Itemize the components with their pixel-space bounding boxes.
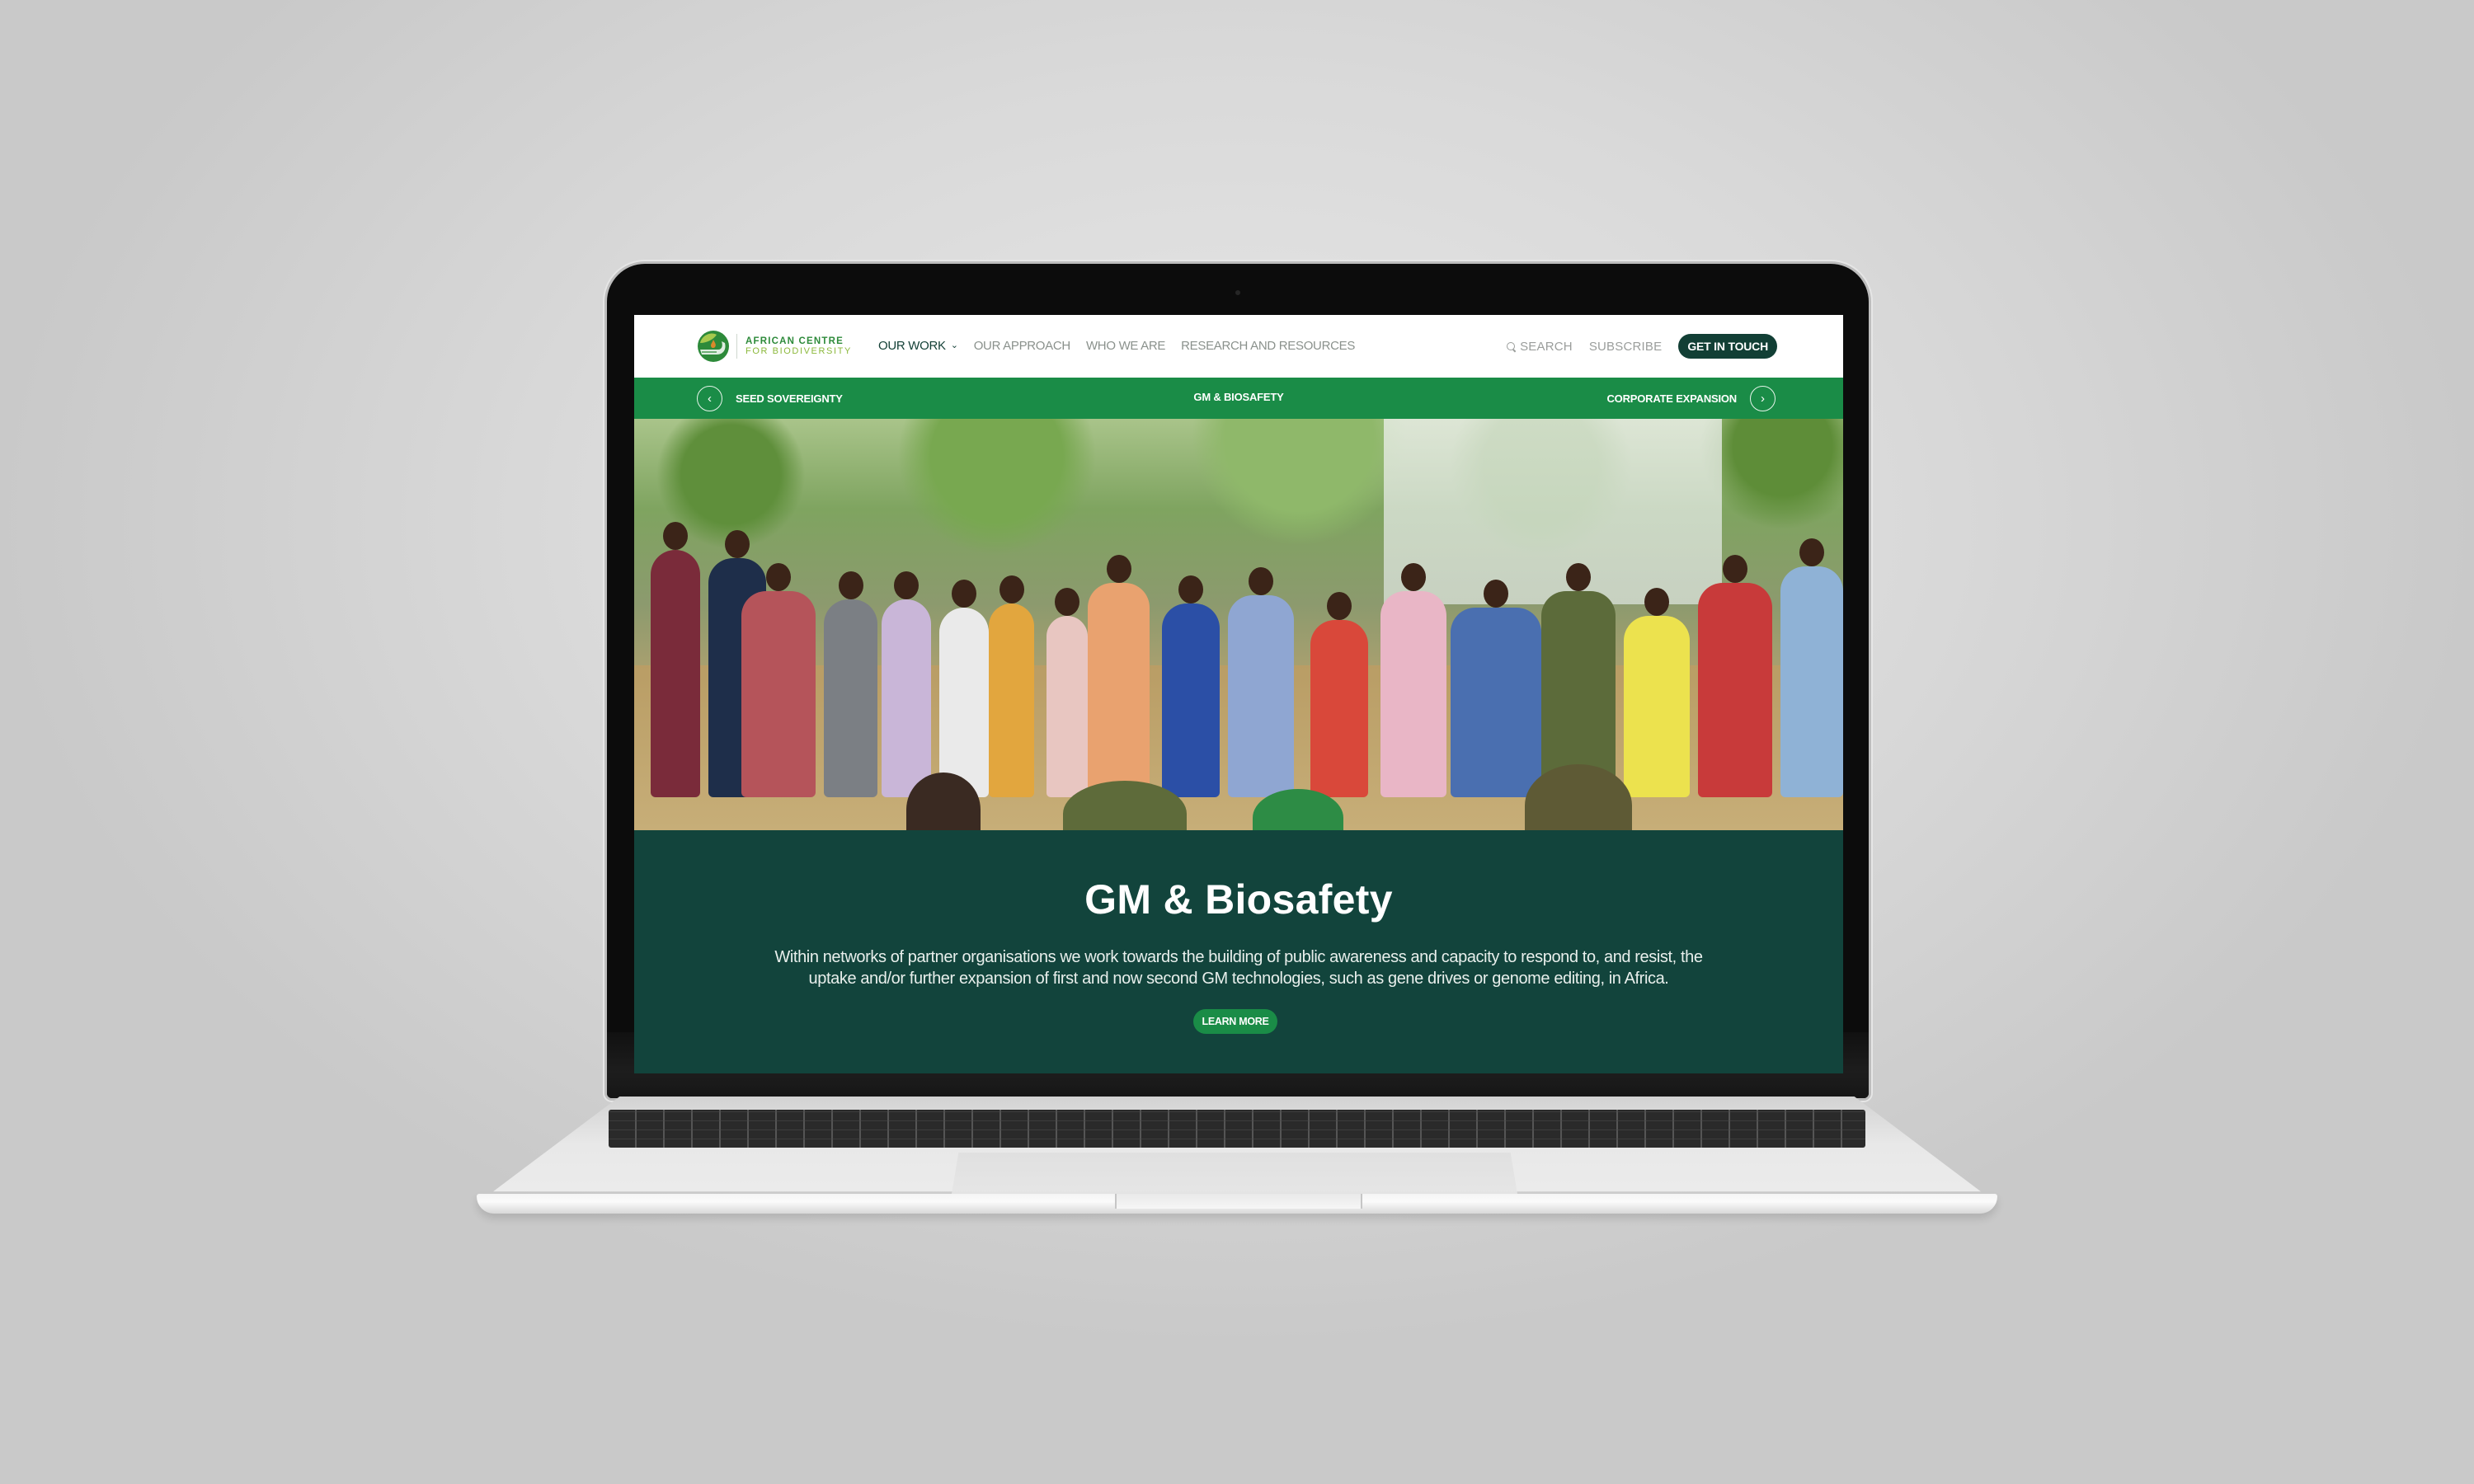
hero-section: GM & Biosafety Within networks of partne… xyxy=(634,830,1843,1073)
nav-item-our-approach[interactable]: OUR APPROACH xyxy=(974,339,1071,353)
nav-item-label: OUR WORK xyxy=(878,339,946,353)
browser-screen: AFRICAN CENTRE FOR BIODIVERSITY OUR WORK… xyxy=(634,315,1843,1073)
lid-open-notch xyxy=(1115,1194,1362,1209)
search-link[interactable]: SEARCH xyxy=(1507,340,1573,354)
site-header: AFRICAN CENTRE FOR BIODIVERSITY OUR WORK… xyxy=(634,315,1843,378)
search-label: SEARCH xyxy=(1520,339,1573,354)
logo-divider xyxy=(736,334,737,359)
nav-item-research-and-resources[interactable]: RESEARCH AND RESOURCES xyxy=(1181,339,1355,353)
main-nav: OUR WORK ⌄ OUR APPROACH WHO WE ARE RESEAR… xyxy=(878,339,1355,353)
section-subnav: ‹ SEED SOVEREIGNTY GM & BIOSAFETY CORPOR… xyxy=(634,378,1843,419)
next-section-label: CORPORATE EXPANSION xyxy=(1606,392,1737,405)
logo-text-primary: AFRICAN CENTRE xyxy=(745,336,844,346)
header-utilities: SEARCH SUBSCRIBE GET IN TOUCH xyxy=(1507,334,1777,359)
chevron-right-icon[interactable]: › xyxy=(1750,386,1776,411)
keyboard xyxy=(609,1110,1865,1148)
learn-more-button[interactable]: LEARN MORE xyxy=(1193,1009,1277,1034)
hero-title: GM & Biosafety xyxy=(1084,876,1393,923)
photo-greenhouse-background xyxy=(1383,419,1723,604)
logo-text-secondary: FOR BIODIVERSITY xyxy=(745,346,852,356)
nav-item-our-work[interactable]: OUR WORK ⌄ xyxy=(878,339,958,353)
site-logo[interactable]: AFRICAN CENTRE FOR BIODIVERSITY xyxy=(697,329,852,364)
logo-mark-icon xyxy=(698,331,729,362)
hero-photo xyxy=(634,419,1843,830)
photo-foreground xyxy=(634,756,1843,830)
nav-item-who-we-are[interactable]: WHO WE ARE xyxy=(1086,339,1165,353)
camera-icon xyxy=(1235,290,1240,295)
next-section-link[interactable]: CORPORATE EXPANSION › xyxy=(1606,386,1776,411)
get-in-touch-button[interactable]: GET IN TOUCH xyxy=(1678,334,1777,359)
subscribe-link[interactable]: SUBSCRIBE xyxy=(1589,340,1663,354)
chevron-down-icon: ⌄ xyxy=(950,340,958,350)
hero-description: Within networks of partner organisations… xyxy=(774,948,1703,988)
search-icon xyxy=(1507,341,1516,351)
laptop-base xyxy=(477,1097,1997,1224)
